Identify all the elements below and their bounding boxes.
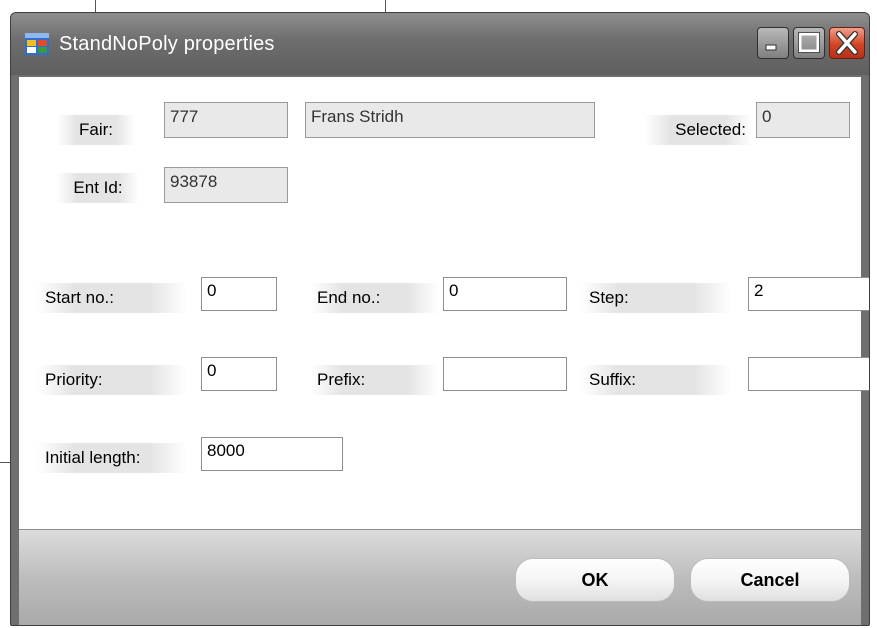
minimize-icon [765, 44, 777, 51]
suffix-label: Suffix: [581, 365, 731, 395]
step-input[interactable]: 2 [748, 277, 869, 311]
window-title: StandNoPoly properties [59, 33, 275, 55]
close-icon [836, 31, 858, 55]
dialog-client-area: Fair: 777 Frans Stridh Selected: 0 Ent I… [19, 77, 869, 529]
fair-id-field: 777 [164, 102, 288, 138]
initial-length-input[interactable]: 8000 [201, 437, 343, 471]
title-bar[interactable]: StandNoPoly properties [11, 13, 869, 75]
initial-length-label: Initial length: [37, 443, 187, 473]
close-button[interactable] [829, 27, 865, 59]
priority-input[interactable]: 0 [201, 357, 277, 391]
fair-label: Fair: [57, 115, 135, 145]
step-label: Step: [581, 283, 731, 313]
start-no-input[interactable]: 0 [201, 277, 277, 311]
selected-label: Selected: [644, 115, 752, 145]
maximize-button[interactable] [793, 27, 825, 59]
end-no-input[interactable]: 0 [443, 277, 567, 311]
selected-field: 0 [756, 102, 850, 138]
ok-button[interactable]: OK [515, 558, 675, 602]
properties-dialog: StandNoPoly properties Fair: 777 Frans S… [10, 12, 870, 626]
suffix-input[interactable] [748, 357, 869, 391]
desktop-edge-line [0, 462, 10, 463]
fair-name-field: Frans Stridh [305, 102, 595, 138]
desktop-edge-line [385, 0, 386, 12]
form-app-icon [25, 33, 49, 55]
prefix-input[interactable] [443, 357, 567, 391]
desktop-edge-line [95, 0, 96, 12]
priority-label: Priority: [37, 365, 187, 395]
dialog-button-bar: OK Cancel [19, 529, 861, 625]
entid-label: Ent Id: [57, 173, 139, 203]
minimize-button[interactable] [757, 27, 789, 59]
prefix-label: Prefix: [311, 365, 439, 395]
maximize-icon [798, 32, 820, 53]
start-no-label: Start no.: [37, 283, 187, 313]
cancel-button[interactable]: Cancel [690, 558, 850, 602]
entid-field: 93878 [164, 167, 288, 203]
end-no-label: End no.: [311, 283, 439, 313]
